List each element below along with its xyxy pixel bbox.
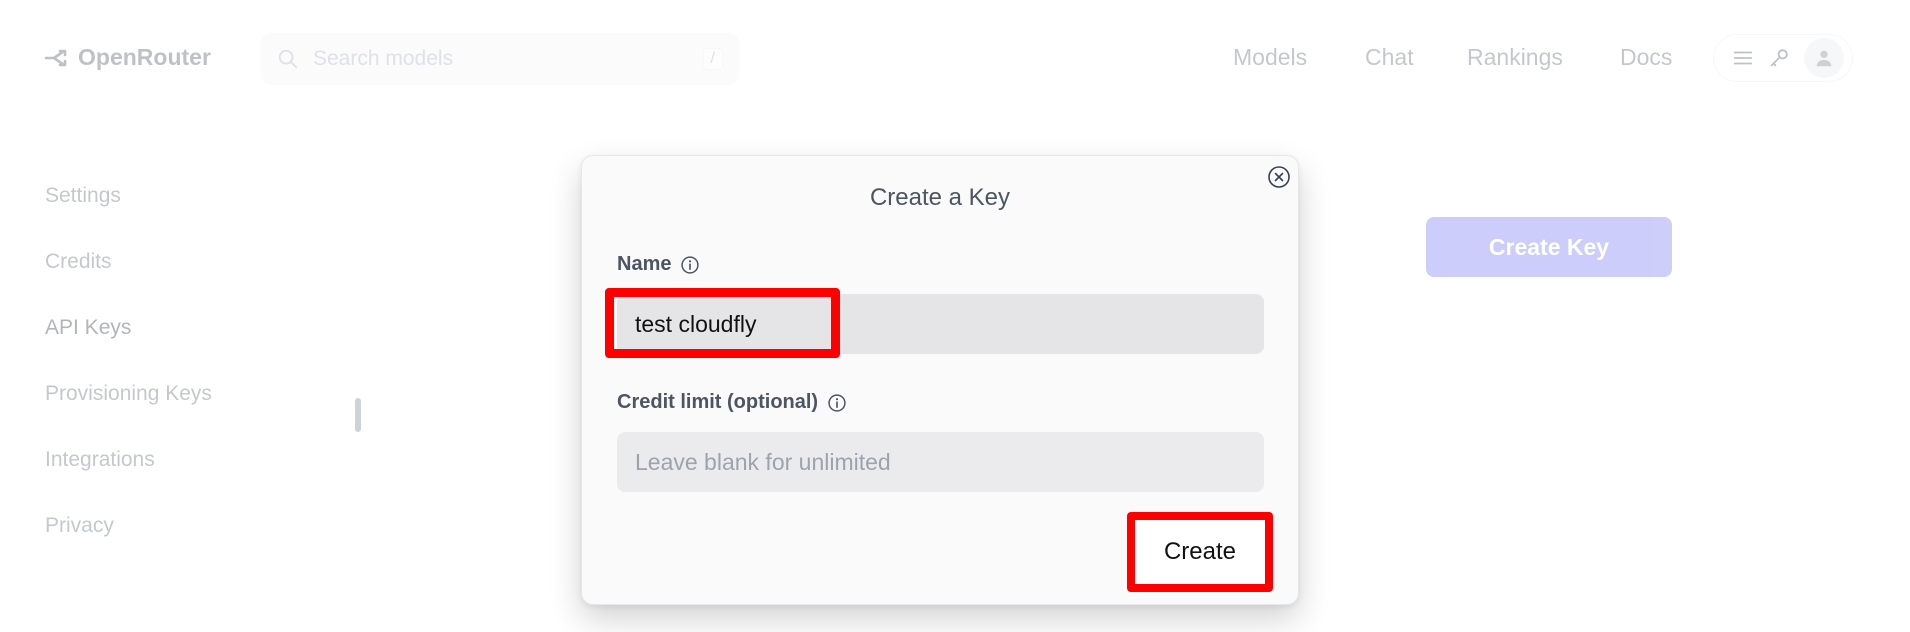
search-icon [278, 49, 298, 69]
sidebar: Settings Credits API Keys Provisioning K… [45, 180, 212, 576]
info-icon[interactable] [680, 255, 700, 275]
name-input[interactable] [617, 294, 1264, 354]
avatar[interactable] [1804, 38, 1844, 78]
name-label: Name [617, 253, 672, 275]
sidebar-item-privacy[interactable]: Privacy [45, 510, 212, 576]
sidebar-item-provisioning-keys[interactable]: Provisioning Keys [45, 378, 212, 444]
openrouter-logo-icon [44, 49, 67, 66]
account-controls [1713, 34, 1853, 82]
create-button[interactable]: Create [1127, 512, 1273, 592]
scrollbar-thumb[interactable] [355, 398, 361, 432]
credit-limit-input[interactable] [617, 432, 1264, 492]
user-icon [1816, 50, 1832, 67]
nav-docs[interactable]: Docs [1620, 44, 1672, 71]
sidebar-item-integrations[interactable]: Integrations [45, 444, 212, 510]
credit-label-row: Credit limit (optional) [617, 391, 847, 414]
name-label-row: Name [617, 253, 700, 276]
modal-title: Create a Key [869, 184, 1011, 211]
search-bar[interactable]: Search models / [261, 33, 739, 85]
menu-icon[interactable] [1732, 47, 1754, 69]
nav-chat[interactable]: Chat [1365, 44, 1414, 71]
sidebar-item-settings[interactable]: Settings [45, 180, 212, 246]
nav-models[interactable]: Models [1233, 44, 1307, 71]
sidebar-item-credits[interactable]: Credits [45, 246, 212, 312]
nav-rankings[interactable]: Rankings [1467, 44, 1563, 71]
brand-name: OpenRouter [78, 44, 211, 70]
search-shortcut-badge: / [702, 48, 723, 70]
sidebar-item-api-keys[interactable]: API Keys [45, 312, 212, 378]
info-icon[interactable] [827, 393, 847, 413]
create-key-button[interactable]: Create Key [1426, 217, 1672, 277]
brand-logo[interactable]: OpenRouter [44, 44, 211, 71]
key-icon[interactable] [1768, 47, 1790, 69]
credit-limit-label: Credit limit (optional) [617, 391, 819, 413]
search-placeholder: Search models [313, 47, 454, 70]
create-key-modal: Create a Key Name Credit limit (optional… [581, 155, 1299, 605]
